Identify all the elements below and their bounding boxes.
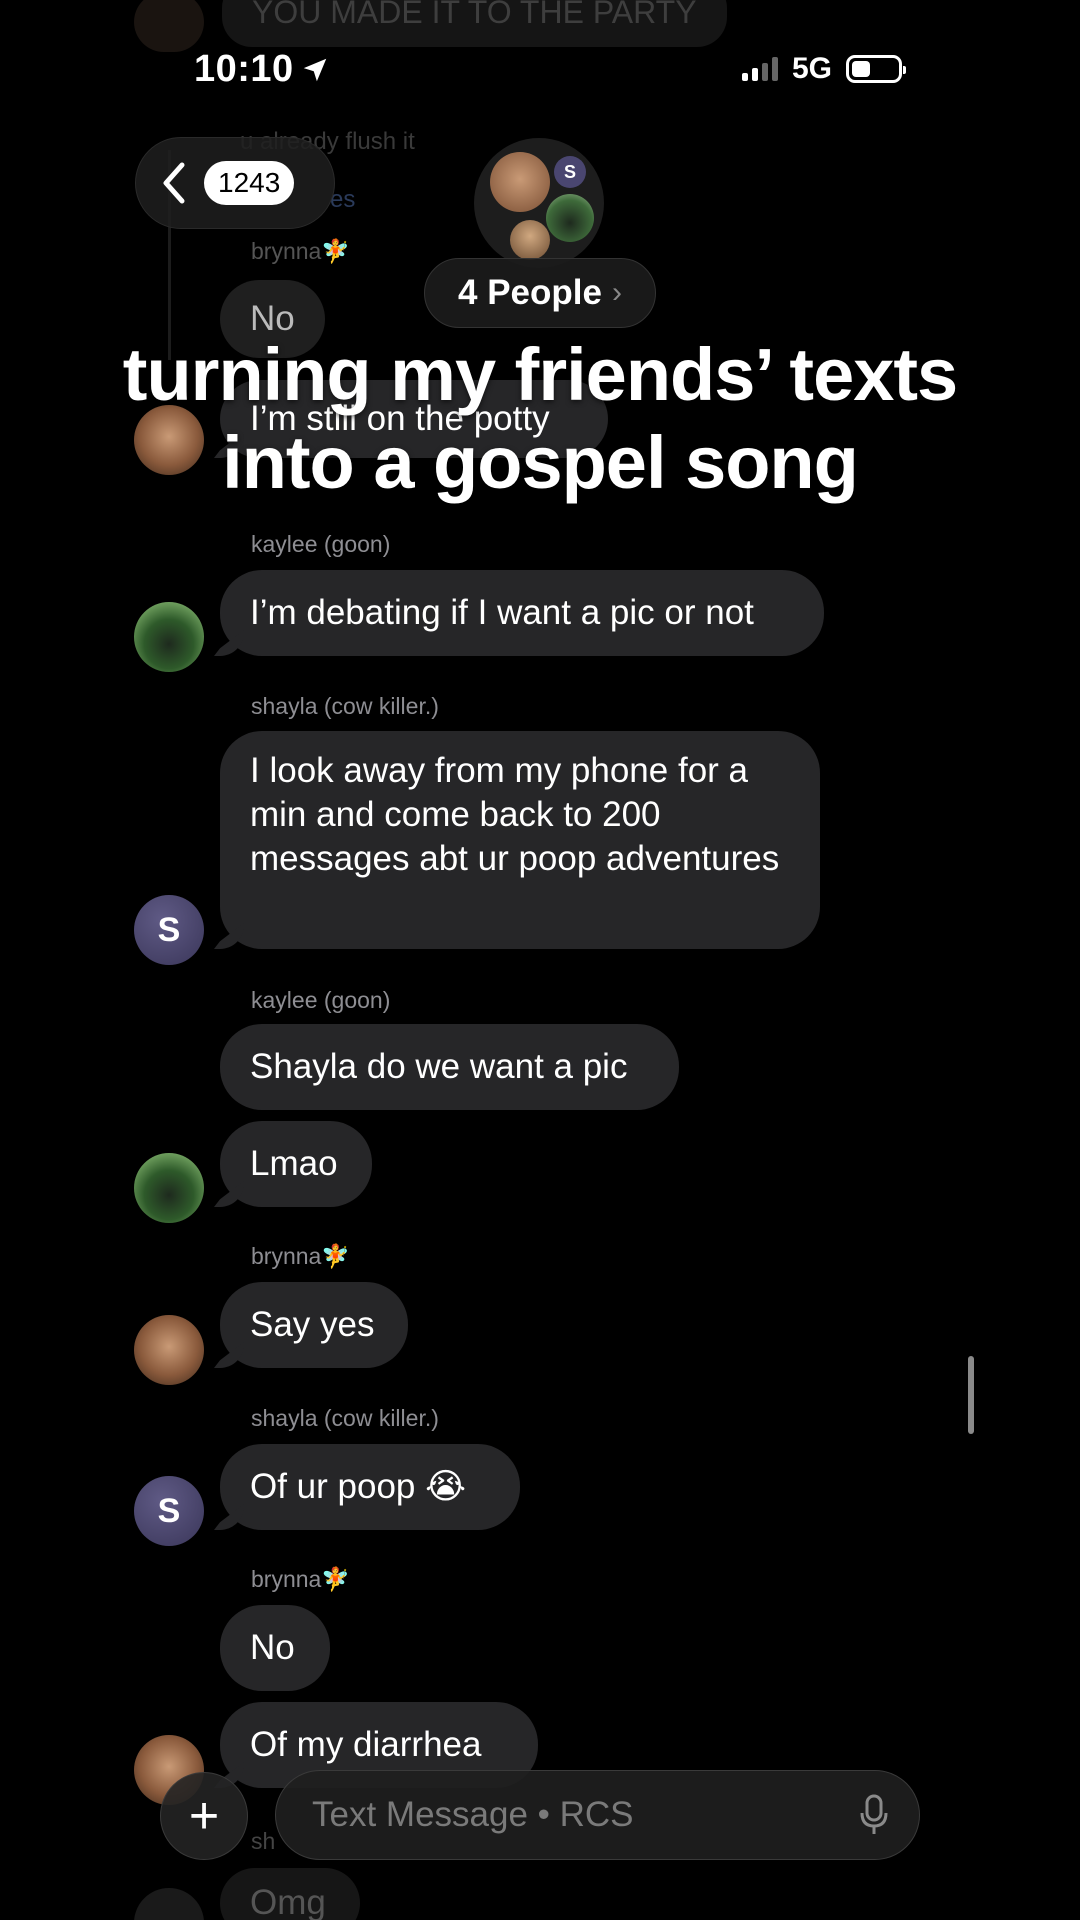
message-bubble[interactable]: I’m debating if I want a pic or not [220,570,824,656]
group-avatar-other [510,220,550,260]
caption-line-2: into a gospel song [222,421,859,504]
people-label: 4 People [458,273,602,312]
group-avatar-s: S [554,156,586,188]
status-right: 5G [741,52,906,86]
people-button[interactable]: 4 People › [424,258,656,328]
status-time: 10:10 [194,48,330,91]
avatar-brynna[interactable] [134,1315,204,1385]
plus-icon: + [188,1787,220,1845]
sender-label: sh [251,1828,276,1854]
signal-icon [741,57,778,81]
sender-label: brynna🧚 [251,1243,350,1269]
chevron-right-icon: › [611,276,622,309]
sender-label: shayla (cow killer.) [251,1405,439,1431]
avatar-partial [134,1888,204,1920]
add-attachment-button[interactable]: + [160,1772,248,1860]
caption-line-1: turning my friends’ texts [122,333,958,416]
unread-count-badge: 1243 [204,161,295,205]
sender-label: brynna🧚 [251,1566,350,1592]
back-button[interactable]: 1243 [135,137,335,229]
message-bubble[interactable]: Omg [220,1868,360,1920]
group-avatar[interactable]: S [474,138,604,268]
message-bubble[interactable]: Lmao [220,1121,372,1207]
avatar-kaylee[interactable] [134,602,204,672]
avatar-shayla[interactable]: S [134,1476,204,1546]
avatar-shayla[interactable]: S [134,895,204,965]
sender-label: shayla (cow killer.) [251,693,439,719]
sender-label: kaylee (goon) [251,531,391,557]
microphone-icon[interactable] [859,1793,889,1837]
message-bubble[interactable]: No [220,1605,330,1691]
message-bubble[interactable]: Of ur poop 😭 [220,1444,520,1530]
avatar-kaylee[interactable] [134,1153,204,1223]
message-bubble[interactable]: Say yes [220,1282,408,1368]
faded-top-message: YOU MADE IT TO THE PARTY [222,0,727,47]
sender-label: kaylee (goon) [251,987,391,1013]
location-arrow-icon [303,58,326,81]
scroll-indicator[interactable] [968,1356,974,1434]
text-message-input[interactable] [312,1795,859,1835]
chevron-left-icon [163,162,185,204]
message-bubble[interactable]: I look away from my phone for a min and … [220,731,820,949]
battery-icon [846,55,906,83]
group-avatar-kaylee [546,194,594,242]
faded-avatar [134,0,204,52]
group-avatar-brynna [490,152,550,212]
network-label: 5G [791,52,832,85]
sender-label: brynna🧚 [251,238,350,264]
message-bubble[interactable]: Shayla do we want a pic [220,1024,679,1110]
message-composer[interactable] [275,1770,920,1860]
